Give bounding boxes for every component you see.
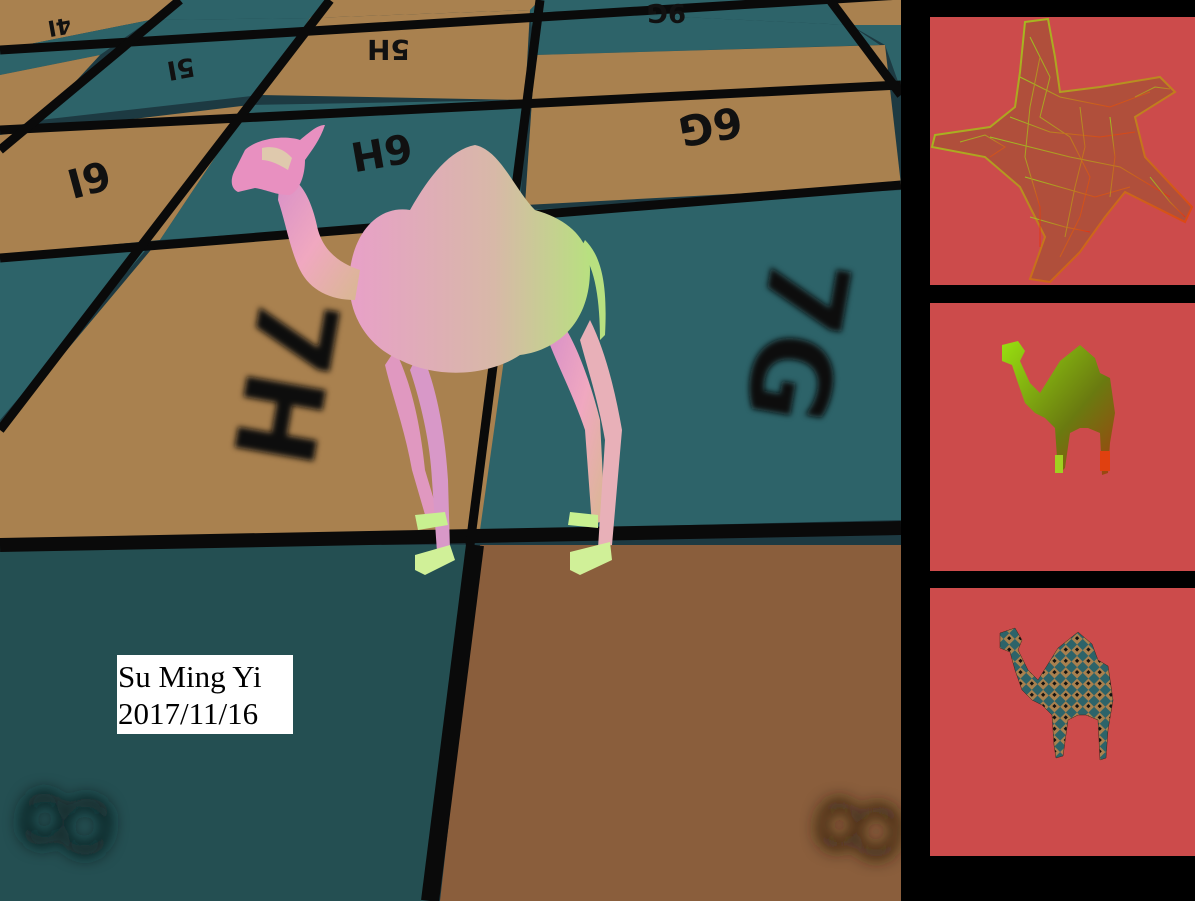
floor-label: 9G	[647, 0, 686, 27]
author-name: Su Ming Yi	[118, 659, 262, 694]
credit-date: 2017/11/16	[118, 696, 259, 731]
uv-wireframe-panel	[930, 17, 1195, 285]
floor-label: 4I	[46, 11, 73, 40]
floor-label: 5H	[367, 33, 410, 66]
textured-mesh-panel	[930, 588, 1195, 856]
parameterized-mesh-panel	[930, 303, 1195, 571]
3d-viewport[interactable]: 8 8 9G 5H 5I 4I 6G 6H 6I 7G 7H Su Ming Y…	[0, 0, 901, 901]
parameterized-camel-view	[1002, 341, 1115, 475]
credit-label: Su Ming Yi 2017/11/16	[117, 655, 293, 734]
textured-camel-view	[999, 627, 1114, 761]
uv-wireframe-view	[930, 17, 1194, 284]
app-window: 8 8 9G 5H 5I 4I 6G 6H 6I 7G 7H Su Ming Y…	[0, 0, 1195, 901]
scene-canvas[interactable]: 8 8 9G 5H 5I 4I 6G 6H 6I 7G 7H	[0, 0, 901, 901]
floor-label: 5I	[164, 51, 197, 85]
